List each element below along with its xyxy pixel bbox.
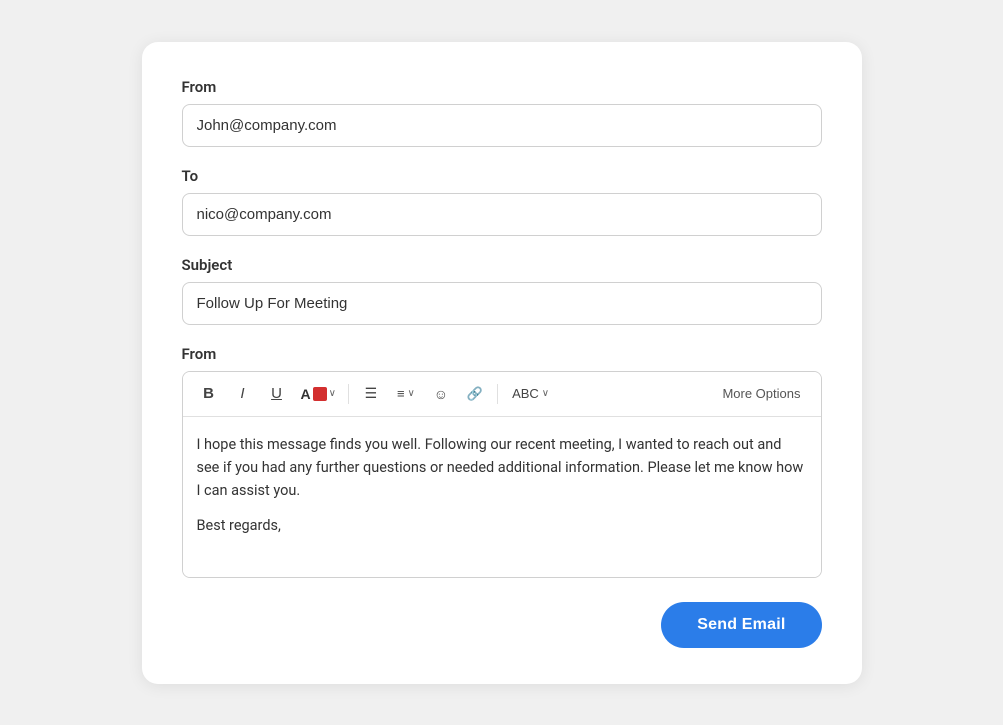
italic-button[interactable]: I (229, 380, 257, 408)
editor-toolbar: B I U A ∨ ☰ ≡ ∨ ☺ (183, 372, 821, 417)
link-icon: 🔗 (467, 386, 483, 402)
to-input[interactable] (182, 193, 822, 236)
link-button[interactable]: 🔗 (461, 380, 489, 408)
text-color-button[interactable]: A ∨ (297, 380, 340, 408)
color-indicator (313, 387, 327, 401)
to-field-group: To (182, 167, 822, 236)
body-text-line2: Best regards, (197, 514, 807, 537)
list-button[interactable]: ☰ (357, 380, 385, 408)
body-label: From (182, 345, 822, 363)
toolbar-divider-1 (348, 384, 349, 404)
align-chevron-icon: ∨ (408, 388, 415, 399)
footer-row: Send Email (182, 602, 822, 648)
color-chevron-icon: ∨ (329, 388, 336, 399)
color-letter: A (301, 386, 311, 402)
bold-button[interactable]: B (195, 380, 223, 408)
from-input[interactable] (182, 104, 822, 147)
emoji-icon: ☺ (434, 386, 448, 402)
subject-field-group: Subject (182, 256, 822, 325)
subject-input[interactable] (182, 282, 822, 325)
body-text-line1: I hope this message finds you well. Foll… (197, 433, 807, 503)
from-field-group: From (182, 78, 822, 147)
align-icon: ≡ (397, 386, 405, 401)
editor-content[interactable]: I hope this message finds you well. Foll… (183, 417, 821, 577)
abc-dropdown[interactable]: ABC ∨ (506, 380, 555, 408)
from-label: From (182, 78, 822, 96)
underline-button[interactable]: U (263, 380, 291, 408)
align-button[interactable]: ≡ ∨ (391, 380, 421, 408)
abc-label: ABC (512, 386, 539, 401)
subject-label: Subject (182, 256, 822, 274)
send-email-button[interactable]: Send Email (661, 602, 821, 648)
to-label: To (182, 167, 822, 185)
email-compose-card: From To Subject From B I U A ∨ (142, 42, 862, 684)
toolbar-divider-2 (497, 384, 498, 404)
more-options-button[interactable]: More Options (714, 382, 808, 405)
abc-chevron-icon: ∨ (542, 388, 549, 399)
emoji-button[interactable]: ☺ (427, 380, 455, 408)
list-icon: ☰ (365, 385, 378, 402)
body-section: From B I U A ∨ ☰ ≡ ∨ (182, 345, 822, 578)
editor-wrapper: B I U A ∨ ☰ ≡ ∨ ☺ (182, 371, 822, 578)
